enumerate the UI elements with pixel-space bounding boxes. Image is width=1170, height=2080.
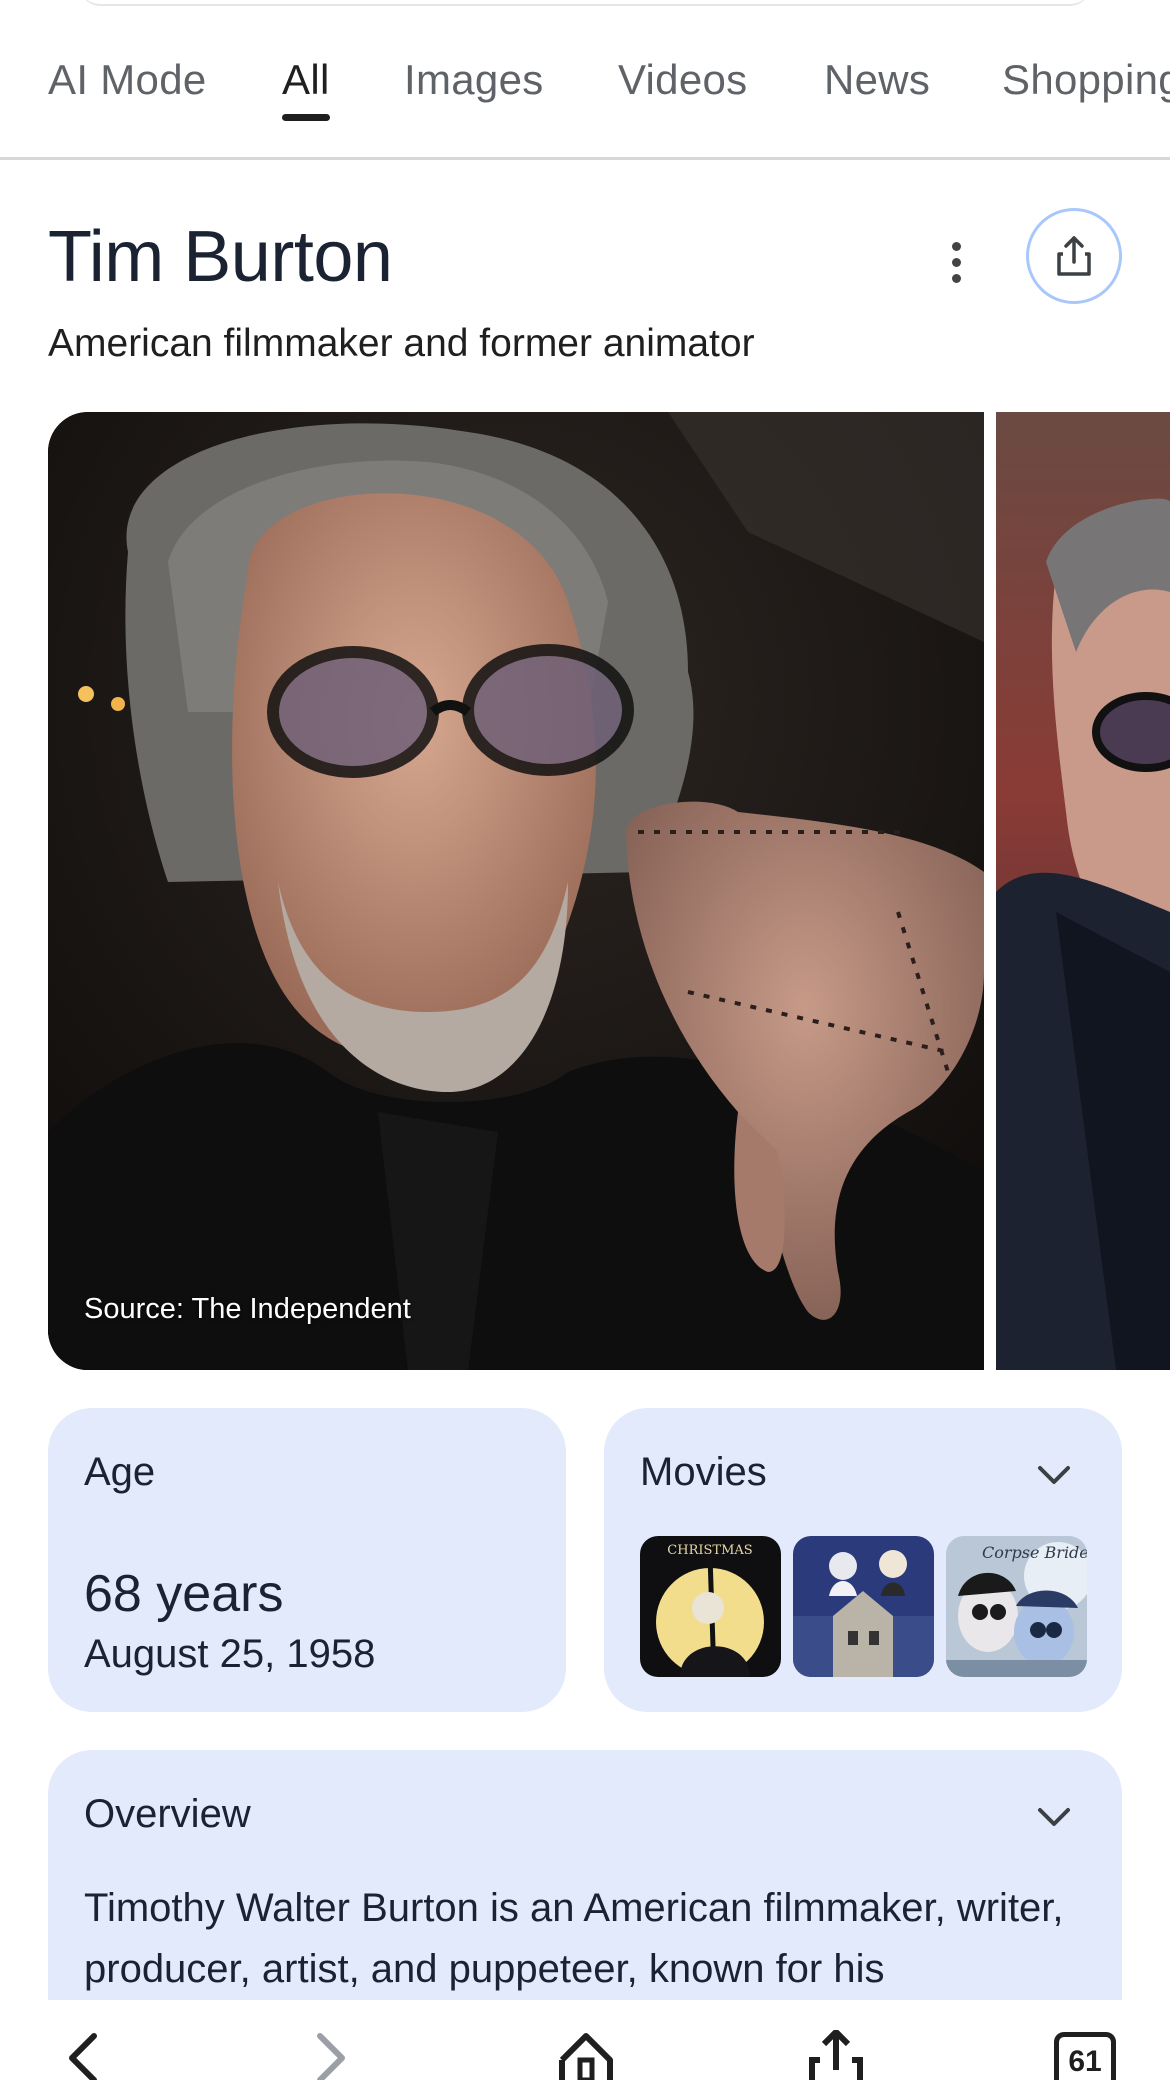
movie-poster-image: Corpse Bride [946, 1536, 1087, 1677]
overview-text: Timothy Walter Burton is an American fil… [84, 1886, 1064, 1991]
browser-bottom-toolbar: 61 [0, 2000, 1170, 2080]
age-value: 68 years [84, 1565, 284, 1623]
movie-poster-image: CHRISTMAS [640, 1536, 781, 1677]
birth-date: August 25, 1958 [84, 1632, 376, 1676]
forward-arrow-icon[interactable] [306, 2030, 356, 2080]
home-icon[interactable] [556, 2030, 616, 2080]
movie-poster-image [793, 1536, 934, 1677]
tabs-count: 61 [1068, 2045, 1102, 2078]
more-options-button[interactable] [936, 232, 976, 292]
movie-thumbnails: CHRISTMAS Corpse Bride [640, 1536, 1087, 1677]
age-card[interactable]: Age 68 years August 25, 1958 [48, 1408, 566, 1712]
tab-news[interactable]: News [824, 56, 930, 104]
movies-label: Movies [640, 1450, 767, 1494]
tab-ai-mode[interactable]: AI Mode [48, 56, 207, 104]
movie-thumbnail[interactable]: Corpse Bride [946, 1536, 1087, 1677]
tabs-count-button[interactable]: 61 [1054, 2032, 1116, 2080]
active-tab-indicator [282, 114, 330, 121]
main-photo[interactable]: Source: The Independent [48, 412, 984, 1370]
chevron-down-icon[interactable] [1034, 1802, 1074, 1832]
share-button[interactable] [1026, 208, 1122, 304]
svg-text:CHRISTMAS: CHRISTMAS [667, 1543, 752, 1558]
more-dot-icon [951, 257, 961, 267]
second-photo[interactable] [996, 412, 1170, 1370]
entity-description: American filmmaker and former animator [48, 322, 755, 365]
back-arrow-icon[interactable] [58, 2030, 108, 2080]
share-icon[interactable] [806, 2030, 866, 2080]
tab-shopping[interactable]: Shopping [1002, 56, 1170, 104]
more-dot-icon [951, 241, 961, 251]
share-icon [1057, 236, 1091, 276]
tab-images[interactable]: Images [404, 56, 544, 104]
page-title: Tim Burton [48, 217, 393, 297]
tab-videos[interactable]: Videos [618, 56, 747, 104]
more-dot-icon [951, 273, 961, 283]
movie-thumbnail[interactable] [793, 1536, 934, 1677]
svg-text:Corpse Bride: Corpse Bride [982, 1543, 1087, 1562]
movie-thumbnail[interactable]: CHRISTMAS [640, 1536, 781, 1677]
age-label: Age [84, 1450, 156, 1494]
movies-card[interactable]: Movies CHRISTMAS Corpse Bride [604, 1408, 1122, 1712]
portrait-image [48, 412, 984, 1370]
portrait-image [996, 412, 1170, 1370]
photo-source-caption: Source: The Independent [84, 1293, 411, 1325]
tab-all[interactable]: All [282, 56, 330, 121]
overview-label: Overview [84, 1792, 251, 1836]
search-tabs: AI Mode All Images Videos News Shopping [0, 0, 1170, 160]
chevron-down-icon[interactable] [1034, 1460, 1074, 1490]
